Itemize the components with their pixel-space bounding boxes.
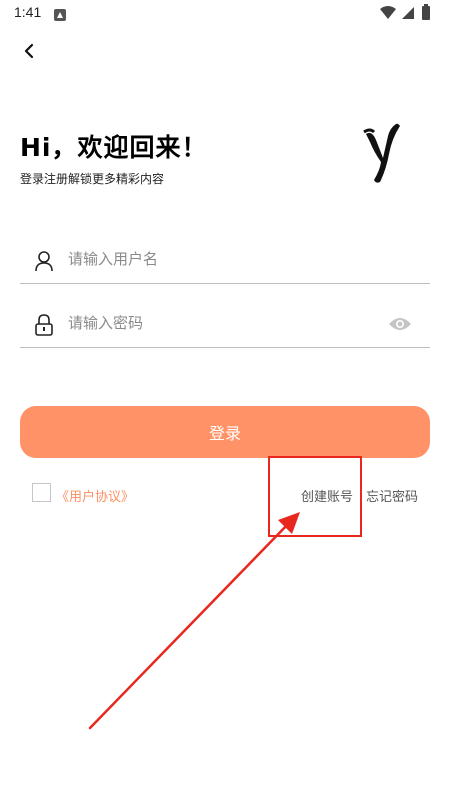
username-input[interactable] [68, 244, 368, 274]
status-bar: 1:41 [0, 0, 450, 26]
wifi-icon [380, 6, 396, 19]
user-agreement-link[interactable]: 《用户协议》 [56, 486, 134, 505]
forgot-password-link[interactable]: 忘记密码 [366, 486, 418, 505]
agreement-checkbox[interactable] [32, 483, 51, 502]
battery-icon [422, 4, 430, 20]
lock-icon [34, 314, 54, 336]
username-field-row [20, 236, 430, 284]
welcome-subtitle: 登录注册解锁更多精彩内容 [20, 172, 165, 186]
status-time: 1:41 [14, 4, 42, 20]
login-button[interactable]: 登录 [20, 406, 430, 458]
back-button[interactable] [14, 38, 44, 68]
brush-y-logo [362, 120, 406, 186]
annotation-highlight-box [268, 456, 362, 537]
password-field-row [20, 300, 430, 348]
signal-icon [402, 7, 414, 19]
user-icon [34, 250, 54, 272]
notification-app-icon [54, 6, 66, 21]
status-indicators [378, 4, 436, 22]
eye-icon[interactable] [388, 316, 412, 332]
welcome-title: Hi，欢迎回来！ [20, 133, 208, 162]
chevron-left-icon [22, 43, 36, 63]
password-input[interactable] [68, 308, 368, 338]
